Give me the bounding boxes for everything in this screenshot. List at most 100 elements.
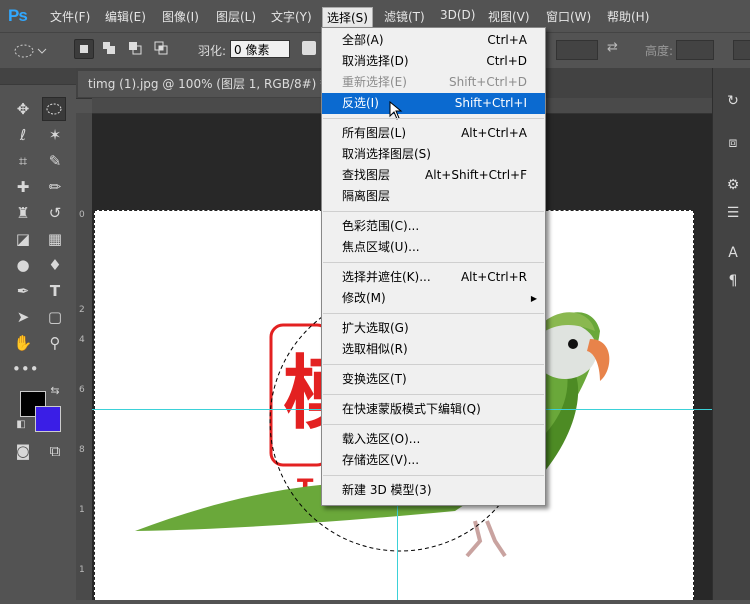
add-selection-mode-button[interactable] [100,39,118,57]
height-field[interactable] [676,40,714,60]
crop-icon[interactable]: ⌗ [12,150,34,172]
menu-file[interactable]: 文件(F) [50,8,90,25]
properties-panel-icon[interactable]: ☰ [722,202,744,224]
pen-icon[interactable]: ✒ [12,280,34,302]
menu-item-inverse[interactable]: 反选(I) Shift+Ctrl+I [322,93,545,120]
tools-panel-header[interactable] [0,68,76,85]
actions-panel-icon[interactable]: ⧈ [722,132,744,154]
gradient-icon[interactable]: ▦ [44,228,66,250]
photoshop-logo: Ps [8,6,28,25]
height-label: 高度: [645,44,674,58]
menu-type[interactable]: 文字(Y) [271,8,312,25]
select-and-mask-button[interactable] [733,40,750,60]
menu-item-label: 变换选区(T) [342,372,407,386]
menu-item-transform-selection[interactable]: 变换选区(T) [322,369,545,390]
menu-separator [323,211,544,212]
menu-image[interactable]: 图像(I) [162,8,199,25]
eraser-icon[interactable]: ◪ [12,228,34,250]
healing-brush-icon[interactable]: ✚ [12,176,34,198]
swap-colors-icon[interactable]: ⇆ [48,384,62,398]
magic-wand-icon[interactable]: ✶ [44,124,66,146]
path-select-icon[interactable]: ➤ [12,306,34,328]
menu-item-modify[interactable]: 修改(M) ▶ [322,288,545,309]
blur-icon[interactable]: ● [12,254,34,276]
menu-item-select-and-mask[interactable]: 选择并遮住(K)... Alt+Ctrl+R [322,267,545,288]
ruler-label: 1 [79,565,85,575]
menu-item-isolate-layers[interactable]: 隔离图层 [322,186,545,207]
menu-3d[interactable]: 3D(D) [440,8,475,22]
intersect-selection-mode-button[interactable] [152,39,170,57]
menu-select[interactable]: 选择(S) [322,7,373,29]
screen-mode-icon[interactable]: ⧉ [44,440,66,462]
menu-item-label: 色彩范围(C)... [342,219,420,233]
background-color-swatch[interactable] [35,406,61,432]
menu-item-label: 修改(M) [342,291,386,305]
default-colors-icon[interactable]: ◧ [14,418,28,432]
ruler-label: 8 [79,445,85,455]
marquee-ellipse-icon[interactable] [42,97,66,121]
menu-separator [323,313,544,314]
menu-item-label: 焦点区域(U)... [342,240,420,254]
zoom-icon[interactable]: ⚲ [44,332,66,354]
menu-item-grow[interactable]: 扩大选取(G) [322,318,545,339]
menu-item-all-layers[interactable]: 所有图层(L) Alt+Ctrl+A [322,123,545,144]
menu-item-quick-mask[interactable]: 在快速蒙版模式下编辑(Q) [322,399,545,420]
brush-icon[interactable]: ✏ [44,176,66,198]
paragraph-panel-icon[interactable]: ¶ [722,270,744,292]
menu-item-focus-area[interactable]: 焦点区域(U)... [322,237,545,258]
feather-input[interactable]: 0 像素 [230,40,290,58]
menu-item-color-range[interactable]: 色彩范围(C)... [322,216,545,237]
menu-item-similar[interactable]: 选取相似(R) [322,339,545,360]
menu-item-select-all[interactable]: 全部(A) Ctrl+A [322,30,545,51]
menu-edit[interactable]: 编辑(E) [105,8,146,25]
clone-stamp-icon[interactable]: ♜ [12,202,34,224]
menu-item-find-layers[interactable]: 查找图层 Alt+Shift+Ctrl+F [322,165,545,186]
ruler-label: 1 [79,505,85,515]
menu-item-label: 重新选择(E) [342,75,407,89]
menu-item-deselect-layers[interactable]: 取消选择图层(S) [322,144,545,165]
new-selection-mode-button[interactable] [74,39,94,59]
menu-item-save-selection[interactable]: 存储选区(V)... [322,450,545,471]
menu-item-load-selection[interactable]: 载入选区(O)... [322,429,545,450]
more-tools-icon[interactable]: ••• [12,358,39,380]
subtract-selection-icon [129,42,142,55]
menu-help[interactable]: 帮助(H) [607,8,649,25]
lasso-icon[interactable]: ℓ [12,124,34,146]
parrot-feet [465,520,507,558]
menu-item-shortcut: Alt+Ctrl+A [461,126,527,140]
menu-item-new-3d-model[interactable]: 新建 3D 模型(3) [322,480,545,501]
ruler-label: 0 [79,210,85,220]
history-brush-icon[interactable]: ↺ [44,202,66,224]
menu-item-shortcut: Shift+Ctrl+I [454,96,527,110]
swap-dimensions-icon[interactable]: ⇄ [607,40,618,55]
menu-separator [323,475,544,476]
menu-separator [323,364,544,365]
width-field[interactable] [556,40,598,60]
vertical-ruler[interactable]: 0 2 4 6 8 1 1 [76,113,93,600]
history-panel-icon[interactable]: ↻ [722,90,744,112]
menu-item-deselect[interactable]: 取消选择(D) Ctrl+D [322,51,545,72]
character-panel-icon[interactable]: A [722,242,744,264]
hand-icon[interactable]: ✋ [12,332,34,354]
new-selection-icon [80,45,88,53]
anti-alias-checkbox[interactable] [302,41,316,55]
subtract-selection-mode-button[interactable] [126,39,144,57]
menu-window[interactable]: 窗口(W) [546,8,591,25]
adjustments-panel-icon[interactable]: ⚙ [722,174,744,196]
menu-layer[interactable]: 图层(L) [216,8,256,25]
menu-filter[interactable]: 滤镜(T) [384,8,425,25]
move-icon[interactable]: ✥ [12,98,34,120]
document-tab-title: timg (1).jpg @ 100% (图层 1, RGB/8#) * [88,77,327,91]
submenu-arrow-icon: ▶ [530,294,537,303]
menu-item-shortcut: Alt+Ctrl+R [460,270,527,284]
menu-view[interactable]: 视图(V) [488,8,530,25]
tool-preset-icon[interactable] [8,41,48,61]
shape-icon[interactable]: ▢ [44,306,66,328]
type-icon[interactable]: T [44,280,66,302]
eyedropper-icon[interactable]: ✎ [44,150,66,172]
menu-item-shortcut: Shift+Ctrl+D [449,75,527,89]
dodge-icon[interactable]: ♦ [44,254,66,276]
document-tab[interactable]: timg (1).jpg @ 100% (图层 1, RGB/8#) * × [78,71,359,97]
menu-item-shortcut: Ctrl+D [486,54,527,68]
quick-mask-icon[interactable]: ◙ [12,440,34,462]
